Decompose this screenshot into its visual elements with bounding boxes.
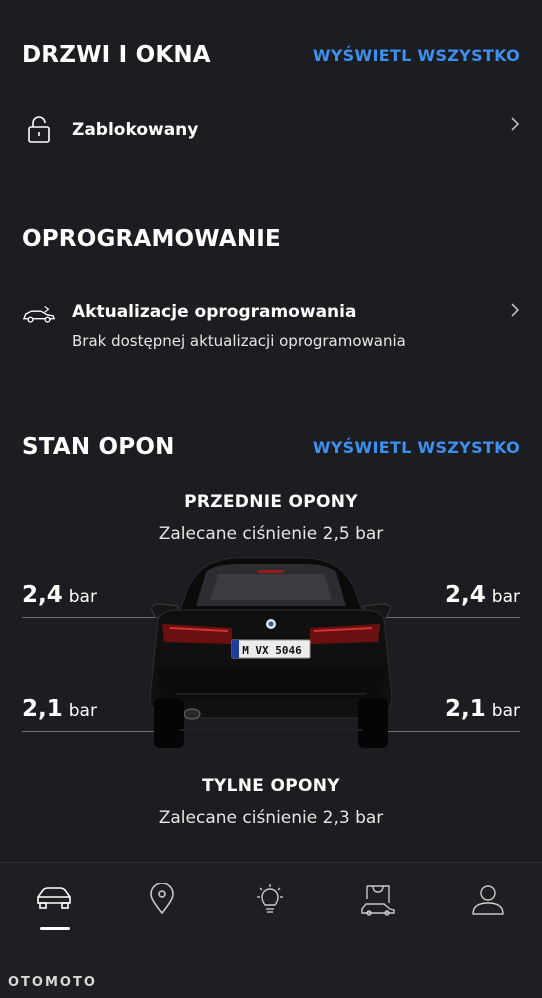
front-tyres-header: PRZEDNIE OPONY Zalecane ciśnienie 2,5 ba… (0, 492, 542, 544)
rear-right-pressure-value: 2,1 (445, 696, 486, 722)
tyres-view-all-link[interactable]: WYŚWIETL WSZYSTKO (313, 438, 520, 457)
front-tyres-title: PRZEDNIE OPONY (184, 492, 358, 512)
padlock-icon (22, 116, 56, 144)
software-update-row[interactable]: Aktualizacje oprogramowania Brak dostępn… (22, 302, 520, 350)
nav-shop-tab[interactable] (348, 883, 408, 943)
nav-tips-tab[interactable] (240, 883, 300, 943)
rear-left-pressure: 2,1 bar (22, 696, 97, 722)
software-update-label: Aktualizacje oprogramowania (72, 302, 357, 322)
watermark-text: OTOMOTO (8, 975, 97, 990)
doors-section-title: DRZWI I OKNA (22, 42, 211, 68)
door-lock-status-row[interactable]: Zablokowany (22, 116, 520, 144)
rear-left-pressure-unit: bar (68, 701, 97, 721)
front-left-pressure: 2,4 bar (22, 582, 97, 608)
location-pin-icon (150, 883, 174, 915)
front-right-pressure: 2,4 bar (445, 582, 520, 608)
nav-car-tab[interactable] (24, 883, 84, 943)
rear-tyres-recommended: Zalecane ciśnienie 2,3 bar (158, 808, 384, 828)
front-left-pressure-unit: bar (68, 587, 97, 607)
front-tyres-recommended: Zalecane ciśnienie 2,5 bar (158, 524, 384, 544)
front-left-pressure-value: 2,4 (22, 582, 63, 608)
active-tab-indicator (40, 927, 70, 930)
rear-tyres-header: TYLNE OPONY Zalecane ciśnienie 2,3 bar (0, 776, 542, 828)
car-icon (37, 887, 71, 909)
software-section-title: OPROGRAMOWANIE (22, 226, 281, 252)
software-section-header: OPROGRAMOWANIE (22, 226, 520, 252)
profile-icon (472, 885, 504, 915)
front-right-pressure-unit: bar (491, 587, 520, 607)
rear-left-pressure-value: 2,1 (22, 696, 63, 722)
license-plate-text: M VX 5046 (242, 644, 302, 657)
chevron-right-icon (500, 116, 520, 132)
door-lock-status-label: Zablokowany (72, 120, 199, 140)
software-update-status: Brak dostępnej aktualizacji oprogramowan… (72, 332, 406, 350)
shopping-bag-car-icon (361, 885, 395, 916)
car-update-icon (22, 304, 56, 324)
doors-section-header: DRZWI I OKNA WYŚWIETL WSZYSTKO (22, 42, 520, 68)
doors-view-all-link[interactable]: WYŚWIETL WSZYSTKO (313, 46, 520, 65)
chevron-right-icon (500, 302, 520, 318)
vehicle-status-screen: DRZWI I OKNA WYŚWIETL WSZYSTKO Zablokowa… (0, 0, 542, 998)
lightbulb-icon (257, 884, 283, 913)
tyres-section-header: STAN OPON WYŚWIETL WSZYSTKO (22, 434, 520, 460)
front-right-pressure-value: 2,4 (445, 582, 486, 608)
rear-tyres-title: TYLNE OPONY (202, 776, 340, 796)
rear-right-pressure-unit: bar (491, 701, 520, 721)
nav-map-tab[interactable] (132, 883, 192, 943)
nav-profile-tab[interactable] (458, 883, 518, 943)
car-rear-view-image: M VX 5046 (149, 557, 393, 748)
tyres-section-title: STAN OPON (22, 434, 175, 460)
rear-right-pressure: 2,1 bar (445, 696, 520, 722)
